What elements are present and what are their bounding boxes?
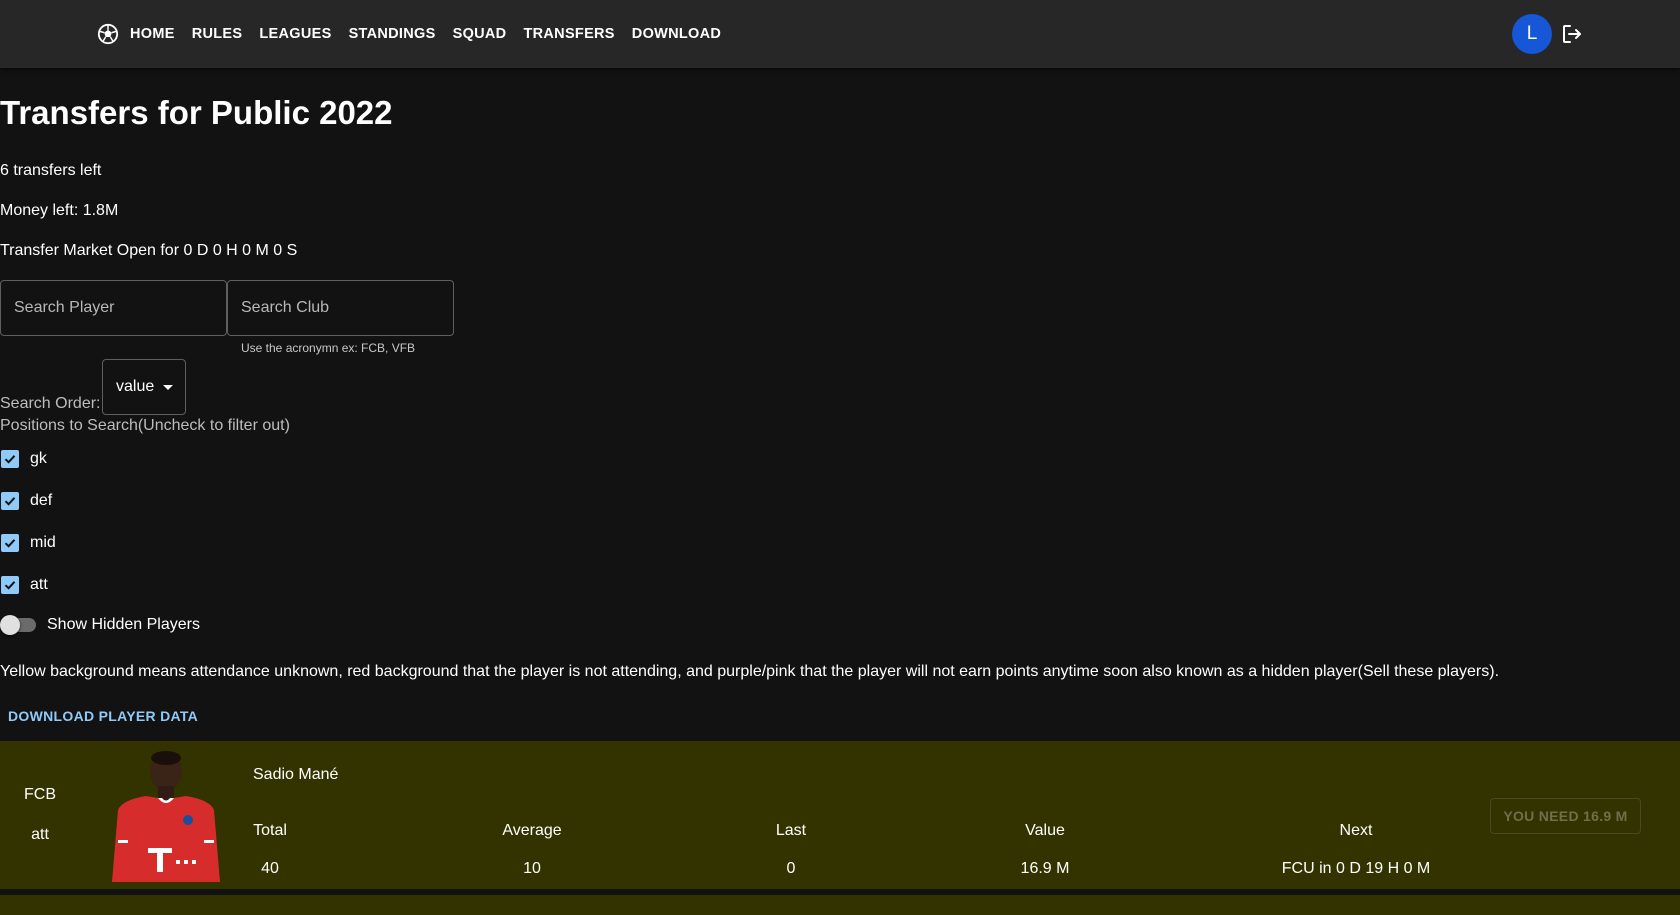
stat-next: FCU in 0 D 19 H 0 M [1281, 860, 1431, 877]
soccer-ball-icon[interactable] [96, 22, 120, 46]
nav-transfers[interactable]: TRANSFERS [523, 26, 614, 42]
header-last: Last [775, 822, 807, 839]
position-label-mid: mid [30, 534, 56, 551]
player-photo [112, 751, 220, 882]
player-club: FCB [24, 786, 56, 803]
show-hidden-row: Show Hidden Players [0, 613, 200, 637]
market-open-text: Transfer Market Open for 0 D 0 H 0 M 0 S [0, 242, 298, 259]
main-nav: HOME RULES LEAGUES STANDINGS SQUAD TRANS… [96, 0, 738, 68]
search-order-value: value [116, 378, 155, 395]
header-value: Value [1025, 822, 1065, 839]
money-left-text: Money left: 1.8M [0, 202, 119, 219]
search-club-field [227, 280, 454, 336]
app-bar: HOME RULES LEAGUES STANDINGS SQUAD TRANS… [0, 0, 1680, 68]
header-average: Average [502, 822, 562, 839]
position-checkbox-def[interactable]: def [0, 489, 52, 513]
nav-leagues[interactable]: LEAGUES [259, 26, 331, 42]
player-card: FCB att Sadio Mané Total Average Last Va… [0, 741, 1680, 889]
position-label-gk: gk [30, 450, 47, 467]
positions-label: Positions to Search(Uncheck to filter ou… [0, 417, 290, 434]
player-position: att [31, 826, 49, 843]
stat-value: 16.9 M [1020, 860, 1070, 877]
show-hidden-label: Show Hidden Players [47, 616, 200, 633]
transfers-left-text: 6 transfers left [0, 162, 102, 179]
nav-standings[interactable]: STANDINGS [349, 26, 436, 42]
position-checkbox-att[interactable]: att [0, 573, 48, 597]
search-player-input[interactable] [1, 281, 226, 335]
page-title: Transfers for Public 2022 [0, 94, 393, 131]
player-name: Sadio Mané [253, 766, 339, 783]
checkbox-checked-icon[interactable] [1, 534, 19, 552]
player-card [0, 895, 1680, 915]
dropdown-caret-icon [163, 384, 174, 390]
stat-average: 10 [523, 860, 541, 877]
checkbox-checked-icon[interactable] [1, 492, 19, 510]
search-order-select[interactable]: value [102, 359, 186, 415]
search-club-helper: Use the acronymn ex: FCB, VFB [241, 341, 416, 355]
download-player-data-button[interactable]: DOWNLOAD PLAYER DATA [8, 708, 198, 724]
show-hidden-toggle[interactable] [0, 613, 36, 637]
nav-download[interactable]: DOWNLOAD [632, 26, 721, 42]
user-avatar[interactable]: L [1512, 14, 1552, 54]
buy-player-button[interactable]: YOU NEED 16.9 M [1490, 798, 1641, 834]
header-total: Total [253, 822, 287, 839]
logout-icon[interactable] [1560, 22, 1584, 46]
search-club-input[interactable] [228, 281, 453, 335]
toggle-thumb[interactable] [0, 615, 20, 635]
position-checkbox-mid[interactable]: mid [0, 531, 56, 555]
search-player-field [0, 280, 227, 336]
position-label-att: att [30, 576, 48, 593]
nav-rules[interactable]: RULES [192, 26, 243, 42]
position-label-def: def [30, 492, 53, 509]
checkbox-checked-icon[interactable] [1, 450, 19, 468]
search-order-label: Search Order: [0, 395, 101, 412]
checkbox-checked-icon[interactable] [1, 576, 19, 594]
stat-last: 0 [786, 860, 796, 877]
nav-squad[interactable]: SQUAD [453, 26, 507, 42]
header-next: Next [1339, 822, 1373, 839]
nav-home[interactable]: HOME [130, 26, 175, 42]
stat-total: 40 [261, 860, 279, 877]
color-legend-text: Yellow background means attendance unkno… [0, 663, 1500, 680]
position-checkbox-gk[interactable]: gk [0, 447, 47, 471]
